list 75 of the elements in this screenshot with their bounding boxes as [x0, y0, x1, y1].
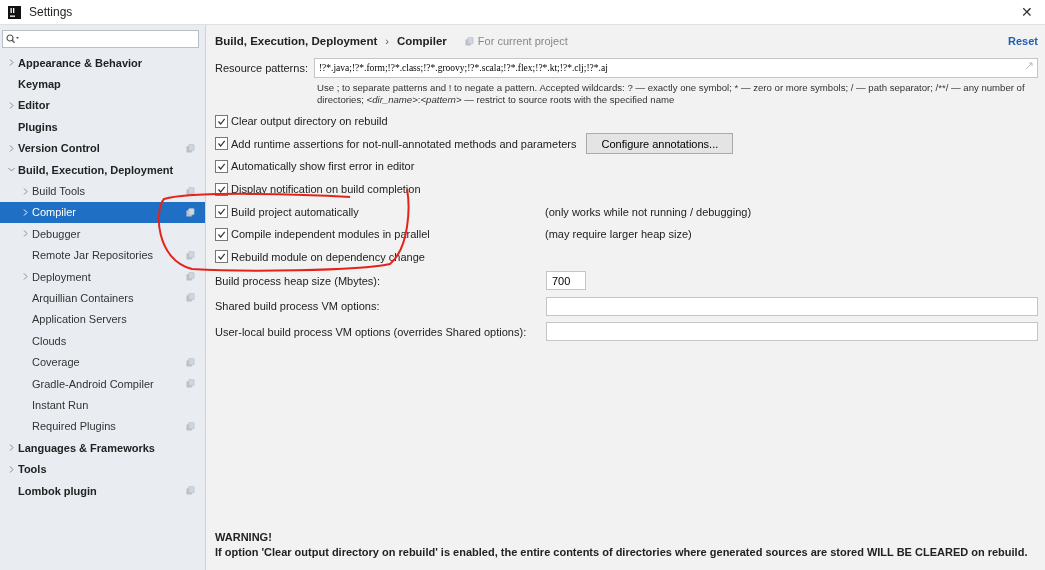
sidebar-item[interactable]: Remote Jar Repositories — [0, 244, 205, 266]
sidebar-item[interactable]: Gradle-Android Compiler — [0, 372, 205, 395]
sidebar-item[interactable]: Arquillian Containers — [0, 287, 205, 309]
checkbox-label[interactable]: Build project automatically — [231, 205, 359, 218]
checkbox[interactable] — [215, 205, 228, 219]
app-logo-icon — [8, 5, 21, 19]
window-title: Settings — [29, 5, 74, 19]
sidebar-item[interactable]: Instant Run — [0, 394, 205, 416]
input-field[interactable] — [546, 296, 1038, 316]
checkbox[interactable] — [215, 114, 228, 128]
chevron-right-icon[interactable] — [7, 144, 15, 152]
chevron-right-icon[interactable] — [21, 187, 29, 195]
sidebar-item[interactable]: Coverage — [0, 351, 205, 373]
checkmark-icon — [217, 162, 226, 171]
checkbox-label[interactable]: Automatically show first error in editor — [231, 160, 415, 173]
checkbox[interactable] — [215, 137, 228, 151]
chevron-right-icon[interactable] — [7, 444, 15, 452]
breadcrumb-item[interactable]: Build, Execution, Deployment — [215, 35, 378, 47]
hint-text: Use ; to separate patterns and ! to negate a pattern. Accepted wildcards: ? — exactly one symbol; * — zero or more symbols; / — path separator; /**/ — any number of directories; <dir_name>:<pattern> — restrict to source roots with the specified name — [317, 82, 1026, 106]
sidebar-item[interactable]: Compiler — [0, 201, 205, 224]
chevron-right-icon[interactable] — [7, 101, 15, 109]
checkmark-icon — [217, 184, 226, 194]
close-button[interactable]: ✕ — [1017, 4, 1037, 20]
field-label: Build process heap size (Mbytes): — [215, 274, 382, 287]
checkbox-label[interactable]: Add runtime assertions for not-null-annotated methods and parameters — [231, 137, 577, 150]
breadcrumb-item: Compiler — [397, 35, 447, 47]
search-field[interactable] — [2, 30, 199, 48]
sidebar-item[interactable]: Tools — [0, 458, 205, 480]
copy-icon — [464, 36, 474, 46]
search-icon[interactable] — [6, 34, 20, 44]
checkmark-icon — [217, 139, 226, 149]
sidebar-item[interactable]: Plugins — [0, 116, 205, 138]
sidebar-item[interactable]: Debugger — [0, 223, 205, 245]
option-note: (may require larger heap size) — [545, 228, 692, 241]
field-label: Resource patterns: — [215, 62, 308, 74]
sidebar-item[interactable]: Required Plugins — [0, 415, 205, 438]
reset-link[interactable]: Reset — [1008, 35, 1038, 47]
chevron-right-icon[interactable] — [21, 208, 29, 216]
sidebar-item[interactable]: Deployment — [0, 265, 205, 288]
option-note: (only works while not running / debugging) — [545, 205, 752, 218]
resource-patterns-field[interactable]: !?*.java;!?*.form;!?*.class;!?*.groovy;!?*.scala;!?*.flex;!?*.kt;!?*.clj;!?*.aj — [313, 58, 1038, 78]
warning-title: WARNING! — [215, 530, 273, 545]
chevron-right-icon[interactable] — [7, 465, 15, 473]
sidebar-item[interactable]: Build, Execution, Deployment — [0, 158, 205, 181]
sidebar-item[interactable]: Application Servers — [0, 308, 205, 331]
checkbox[interactable] — [215, 227, 228, 241]
field-label: Shared build process VM options: — [215, 300, 381, 313]
chevron-right-icon[interactable] — [21, 273, 29, 281]
chevron-down-icon[interactable] — [7, 166, 15, 174]
checkbox-label[interactable]: Display notification on build completion — [231, 183, 421, 196]
sidebar-item[interactable]: Clouds — [0, 330, 205, 352]
sidebar-item[interactable]: Editor — [0, 94, 205, 117]
chevron-right-icon[interactable] — [21, 230, 29, 238]
expand-icon[interactable] — [1025, 62, 1033, 70]
checkmark-icon — [217, 252, 226, 262]
checkmark-icon — [217, 207, 226, 217]
input-field[interactable]: 700 — [546, 271, 586, 291]
chevron-right-icon[interactable] — [7, 59, 15, 67]
sidebar-item[interactable]: Version Control — [0, 137, 205, 159]
sidebar-item[interactable]: Appearance & Behavior — [0, 52, 205, 74]
sidebar-item[interactable]: Languages & Frameworks — [0, 437, 205, 459]
warning-text: If option 'Clear output directory on rebuild' is enabled, the entire contents of directories where generated sources are stored WILL BE CLEARED on rebuild. — [215, 545, 1029, 560]
checkbox[interactable] — [215, 160, 228, 173]
input-field[interactable] — [546, 322, 1038, 342]
sidebar-item[interactable]: Keymap — [0, 73, 205, 95]
checkmark-icon — [217, 229, 226, 239]
configure-annotations-button[interactable]: Configure annotations... — [586, 133, 734, 155]
checkbox[interactable] — [215, 250, 228, 264]
scope-note: For current project — [477, 35, 568, 47]
sidebar-item[interactable]: Lombok plugin — [0, 479, 205, 502]
checkbox-label[interactable]: Clear output directory on rebuild — [231, 115, 388, 128]
sidebar-item[interactable]: Build Tools — [0, 180, 205, 202]
field-label: User-local build process VM options (overrides Shared options): — [215, 325, 528, 338]
breadcrumb-separator: › — [385, 35, 389, 47]
checkmark-icon — [217, 116, 226, 126]
